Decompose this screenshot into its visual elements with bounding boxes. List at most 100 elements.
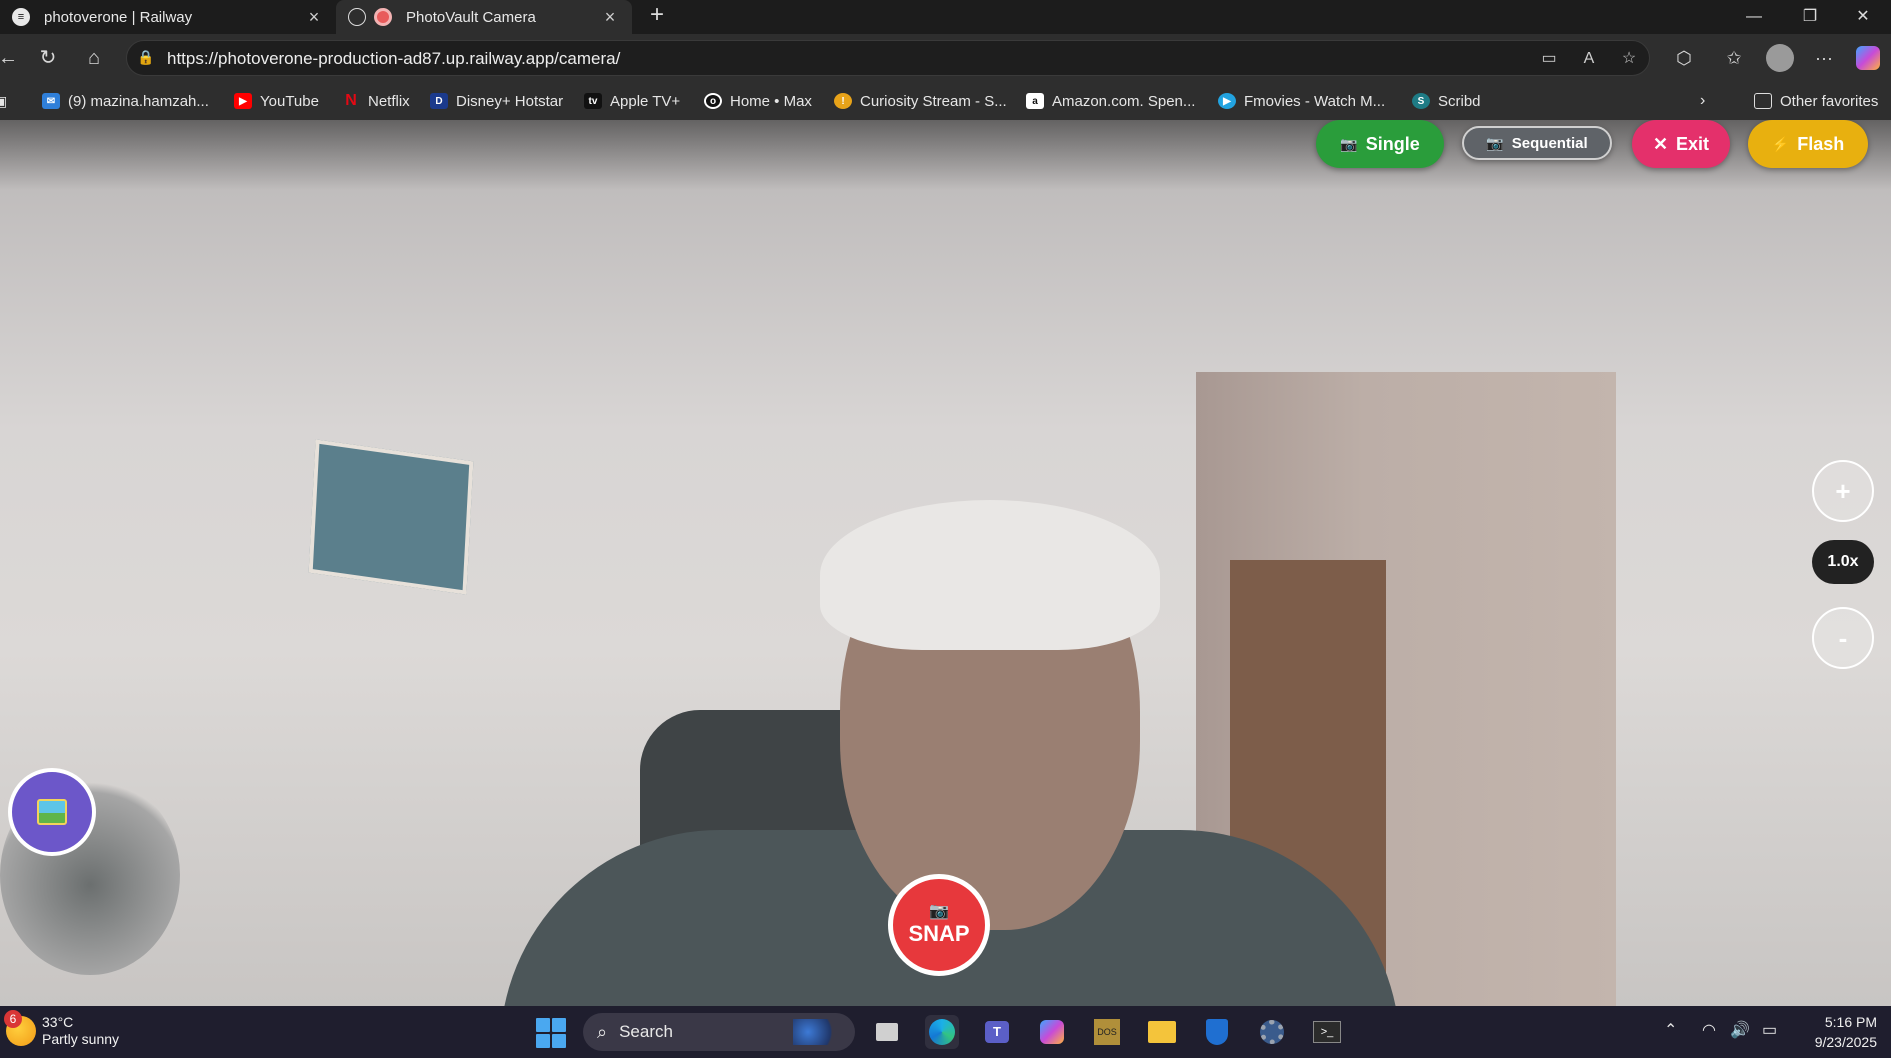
favorite-label: Amazon.com. Spen...: [1052, 92, 1196, 110]
show-hidden-icons-chevron-icon[interactable]: ⌃: [1664, 1020, 1677, 1040]
tab-photovault-camera[interactable]: PhotoVault Camera ×: [336, 0, 632, 34]
max-icon: o: [704, 93, 722, 109]
amazon-icon: a: [1026, 93, 1044, 109]
search-highlight-icon: [793, 1019, 843, 1045]
favorite-curiosity[interactable]: ! Curiosity Stream - S...: [834, 90, 1007, 112]
teams-icon[interactable]: T: [980, 1015, 1014, 1049]
favorite-appletv[interactable]: tv Apple TV+: [584, 90, 680, 112]
system-clock[interactable]: 5:16 PM 9/23/2025: [1815, 1012, 1877, 1052]
favorite-netflix[interactable]: N Netflix: [342, 90, 410, 112]
tab-railway[interactable]: ≡ photoverone | Railway ×: [0, 0, 336, 34]
weather-widget[interactable]: 6 33°C Partly sunny: [4, 1010, 119, 1048]
restore-icon[interactable]: ❐: [1782, 0, 1838, 34]
zoom-out-button[interactable]: -: [1812, 607, 1874, 669]
camera-icon: 📷: [1340, 135, 1358, 152]
favorite-max[interactable]: o Home • Max: [704, 90, 812, 112]
terminal-icon[interactable]: >_: [1310, 1015, 1344, 1049]
youtube-icon: ▶: [234, 93, 252, 109]
weather-badge: 6: [4, 1010, 22, 1028]
favorite-amazon[interactable]: a Amazon.com. Spen...: [1026, 90, 1195, 112]
netflix-icon: N: [345, 92, 357, 109]
camera-in-use-icon[interactable]: ▭: [1537, 47, 1561, 71]
windows-start-icon[interactable]: [536, 1018, 566, 1048]
wifi-icon[interactable]: ◠: [1702, 1020, 1716, 1040]
task-view-icon[interactable]: [870, 1015, 904, 1049]
taskbar-search[interactable]: ⌕ Search: [583, 1013, 855, 1051]
favorites-icon[interactable]: ✩: [1718, 42, 1750, 74]
more-options-icon[interactable]: ···: [1808, 42, 1840, 74]
person-hair: [820, 500, 1160, 650]
close-icon: ✕: [1652, 133, 1669, 154]
tab-title: photoverone | Railway: [44, 8, 193, 26]
camera-icon: 📷: [929, 903, 949, 920]
globe-icon: [348, 8, 366, 26]
favorite-label: (9) mazina.hamzah...: [68, 92, 209, 110]
appletv-icon: tv: [584, 93, 602, 109]
taskbar: 6 33°C Partly sunny ⌕ Search T DOS >_ ⌃ …: [0, 1006, 1891, 1058]
refresh-icon[interactable]: ↻: [32, 42, 64, 74]
favorite-label: Netflix: [368, 92, 410, 110]
flash-button[interactable]: ⚡ Flash: [1748, 120, 1868, 168]
dosbox-icon[interactable]: DOS: [1090, 1015, 1124, 1049]
favorite-label: Fmovies - Watch M...: [1244, 92, 1386, 110]
snap-button[interactable]: 📷 SNAP: [888, 874, 990, 976]
camera-viewport: 📷 Single 📷 Sequential ✕ Exit ⚡ Flash + 1…: [0, 120, 1891, 1006]
scribd-icon: S: [1412, 93, 1430, 109]
favorite-label: Apple TV+: [610, 92, 681, 110]
settings-gear-icon[interactable]: [1255, 1015, 1289, 1049]
copilot-icon[interactable]: [1852, 42, 1884, 74]
single-mode-label: Single: [1365, 133, 1420, 154]
favorite-scribd[interactable]: S Scribd: [1412, 90, 1481, 112]
close-window-icon[interactable]: ✕: [1835, 0, 1891, 34]
edge-icon[interactable]: [925, 1015, 959, 1049]
sequential-mode-label: Sequential: [1511, 134, 1588, 152]
other-favorites-label: Other favorites: [1780, 92, 1879, 110]
back-icon[interactable]: ←: [0, 42, 24, 74]
favorite-fmovies[interactable]: ▶ Fmovies - Watch M...: [1218, 90, 1385, 112]
search-placeholder: Search: [619, 1022, 673, 1041]
single-mode-button[interactable]: 📷 Single: [1316, 120, 1444, 168]
gallery-image-icon: [37, 799, 67, 825]
favorite-label: Home • Max: [730, 92, 812, 110]
search-icon: ⌕: [597, 1021, 608, 1042]
address-bar[interactable]: 🔒 https://photoverone-production-ad87.up…: [126, 40, 1650, 76]
gallery-button[interactable]: [8, 768, 96, 856]
favorites-overflow-icon[interactable]: ▣: [0, 90, 7, 112]
favorite-hotstar[interactable]: D Disney+ Hotstar: [430, 90, 563, 112]
minimize-icon[interactable]: —: [1726, 0, 1782, 34]
copilot-app-icon[interactable]: [1035, 1015, 1069, 1049]
new-tab-icon[interactable]: +: [644, 0, 670, 34]
lock-icon[interactable]: 🔒: [137, 49, 155, 67]
extensions-icon[interactable]: ⬡: [1668, 42, 1700, 74]
clock-date: 9/23/2025: [1814, 1034, 1877, 1050]
fmovies-icon: ▶: [1218, 93, 1236, 109]
favorites-bar: ▣ ✉ (9) mazina.hamzah... ▶ YouTube N Net…: [0, 82, 1891, 120]
battery-icon[interactable]: ▭: [1762, 1020, 1777, 1040]
flash-icon: ⚡: [1771, 135, 1790, 152]
tab-title: PhotoVault Camera: [406, 8, 536, 26]
camera-icon: 📷: [1486, 134, 1504, 151]
favorite-label: YouTube: [260, 92, 319, 110]
address-bar-row: ← ↻ ⌂ 🔒 https://photoverone-production-a…: [0, 34, 1891, 82]
favorite-label: Scribd: [1438, 92, 1481, 110]
other-favorites[interactable]: Other favorites: [1754, 90, 1878, 112]
favorite-mail[interactable]: ✉ (9) mazina.hamzah...: [42, 90, 209, 112]
profile-avatar-icon[interactable]: [1764, 42, 1796, 74]
url-text[interactable]: https://photoverone-production-ad87.up.r…: [167, 49, 620, 69]
favorite-star-icon[interactable]: ☆: [1617, 47, 1641, 71]
close-tab-icon[interactable]: ×: [600, 7, 620, 28]
exit-button[interactable]: ✕ Exit: [1632, 120, 1730, 168]
security-shield-icon[interactable]: [1200, 1015, 1234, 1049]
favorite-youtube[interactable]: ▶ YouTube: [234, 90, 319, 112]
file-explorer-icon[interactable]: [1145, 1015, 1179, 1049]
mail-icon: ✉: [42, 93, 60, 109]
wall-picture-frame: [308, 439, 474, 595]
favorites-more-chevron-icon[interactable]: ›: [1700, 90, 1705, 112]
close-tab-icon[interactable]: ×: [304, 7, 324, 28]
read-aloud-icon[interactable]: A: [1577, 47, 1601, 71]
folder-icon: [1754, 93, 1772, 109]
zoom-in-button[interactable]: +: [1812, 460, 1874, 522]
home-icon[interactable]: ⌂: [78, 42, 110, 74]
sequential-mode-button[interactable]: 📷 Sequential: [1462, 126, 1612, 160]
volume-icon[interactable]: 🔊: [1730, 1020, 1750, 1040]
